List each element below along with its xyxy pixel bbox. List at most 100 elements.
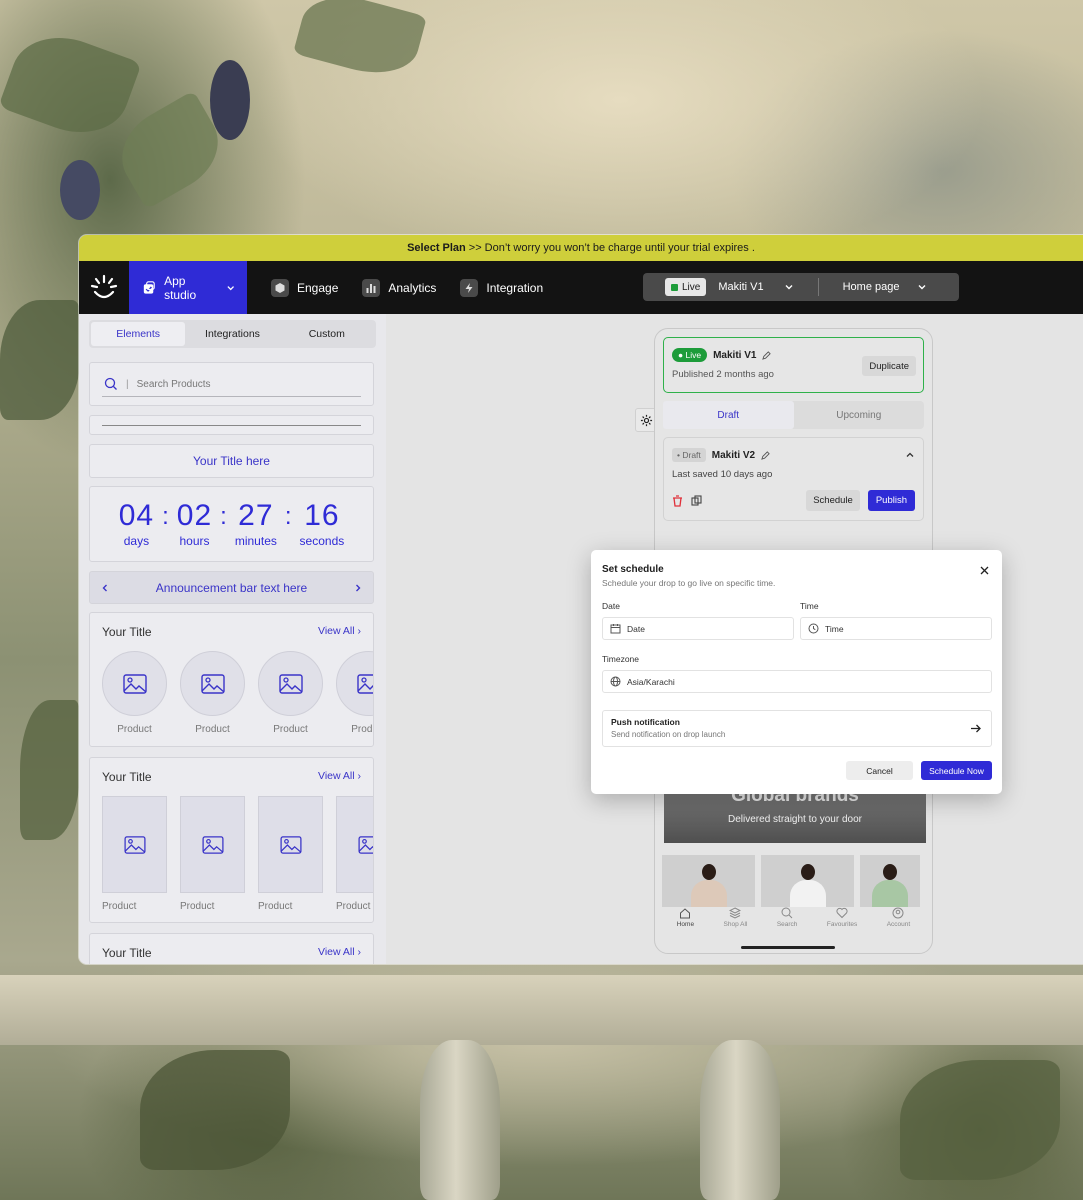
date-placeholder: Date bbox=[627, 623, 645, 634]
product-image[interactable] bbox=[761, 855, 854, 907]
trash-icon[interactable] bbox=[672, 494, 683, 507]
push-notification-option[interactable]: Push notification Send notification on d… bbox=[602, 710, 992, 747]
hero-subtitle: Delivered straight to your door bbox=[728, 814, 862, 825]
timer-hours-label: hours bbox=[179, 534, 210, 548]
product-image[interactable] bbox=[662, 855, 755, 907]
product-item[interactable]: Product bbox=[258, 796, 323, 912]
tab-home[interactable]: Home bbox=[677, 907, 694, 928]
rect-products-section[interactable]: Your Title View All › Product Product Pr… bbox=[89, 757, 374, 923]
announcement-bar-block[interactable]: Announcement bar text here bbox=[89, 571, 374, 604]
product-item[interactable]: Product bbox=[180, 796, 245, 912]
chevron-up-icon[interactable] bbox=[905, 450, 915, 460]
push-subtitle: Send notification on drop launch bbox=[611, 730, 726, 739]
app-studio-label: App studio bbox=[164, 273, 197, 302]
set-schedule-modal: Set schedule Schedule your drop to go li… bbox=[591, 550, 1002, 794]
product-label: Product bbox=[336, 901, 371, 912]
tab-search[interactable]: Search bbox=[777, 907, 797, 928]
home-icon bbox=[680, 908, 691, 919]
section-title: Your Title bbox=[102, 770, 152, 784]
product-item[interactable]: Product bbox=[102, 651, 167, 735]
version-tabs: Draft Upcoming bbox=[663, 401, 924, 429]
chevron-down-icon[interactable] bbox=[784, 282, 794, 292]
product-item[interactable]: Product bbox=[336, 651, 373, 735]
tab-integrations[interactable]: Integrations bbox=[185, 322, 279, 346]
draft-badge: • Draft bbox=[672, 448, 706, 462]
product-item[interactable]: Product bbox=[180, 651, 245, 735]
view-all-link[interactable]: View All › bbox=[318, 770, 361, 784]
tab-favourites[interactable]: Favourites bbox=[827, 907, 857, 928]
tab-account[interactable]: Account bbox=[887, 907, 910, 928]
product-image[interactable] bbox=[860, 855, 920, 907]
duplicate-button[interactable]: Duplicate bbox=[862, 356, 916, 376]
timezone-label: Timezone bbox=[602, 654, 640, 664]
chevron-down-icon bbox=[226, 285, 234, 290]
draft-version-sub: Last saved 10 days ago bbox=[672, 469, 773, 480]
circle-products-section[interactable]: Your Title View All › Product Product Pr… bbox=[89, 612, 374, 747]
live-badge: Live bbox=[665, 278, 707, 296]
brand-logo-icon[interactable] bbox=[79, 261, 129, 314]
cube-icon bbox=[271, 278, 289, 297]
tab-elements[interactable]: Elements bbox=[91, 322, 186, 346]
select-plan-link[interactable]: Select Plan bbox=[407, 242, 466, 254]
search-input[interactable]: | Search Products bbox=[89, 362, 374, 406]
image-placeholder-icon bbox=[357, 835, 373, 854]
nav-integration[interactable]: Integration bbox=[460, 278, 543, 297]
cancel-button[interactable]: Cancel bbox=[846, 761, 913, 780]
nav-analytics[interactable]: Analytics bbox=[362, 278, 437, 297]
time-field[interactable]: Time bbox=[800, 617, 992, 640]
trial-banner-text: >> Don’t worry you won’t be charge until… bbox=[468, 242, 755, 254]
layers-icon bbox=[729, 907, 742, 919]
hero-banner[interactable]: Global brands Delivered straight to your… bbox=[664, 789, 926, 843]
trial-banner[interactable]: Select Plan >> Don’t worry you won’t be … bbox=[79, 235, 1083, 261]
chevron-right-icon[interactable] bbox=[353, 583, 363, 593]
copy-icon[interactable] bbox=[691, 495, 702, 506]
pencil-icon[interactable] bbox=[762, 350, 772, 360]
timer-seconds: 16 bbox=[304, 499, 340, 532]
tab-upcoming[interactable]: Upcoming bbox=[794, 401, 925, 429]
push-title: Push notification bbox=[611, 717, 680, 727]
search-icon bbox=[104, 377, 117, 390]
pencil-icon[interactable] bbox=[761, 450, 770, 460]
timezone-select[interactable]: Asia/Karachi bbox=[602, 670, 992, 693]
page-select[interactable]: Home page bbox=[843, 281, 900, 293]
tab-draft[interactable]: Draft bbox=[663, 401, 794, 429]
date-field[interactable]: Date bbox=[602, 617, 794, 640]
panel-tabs: Elements Integrations Custom bbox=[89, 320, 376, 348]
section-title: Your Title bbox=[102, 946, 152, 960]
product-item[interactable]: Product bbox=[258, 651, 323, 735]
schedule-now-button[interactable]: Schedule Now bbox=[921, 761, 992, 780]
tab-custom[interactable]: Custom bbox=[280, 322, 374, 346]
tab-shop-all[interactable]: Shop All bbox=[724, 907, 747, 928]
close-icon[interactable] bbox=[978, 564, 990, 576]
draft-version-card[interactable]: • Draft Makiti V2 Last saved 10 days ago… bbox=[663, 437, 924, 521]
timer-hours: 02 bbox=[176, 499, 213, 532]
modal-title: Set schedule bbox=[602, 564, 664, 575]
chevron-left-icon[interactable] bbox=[100, 583, 110, 593]
heart-icon bbox=[836, 907, 848, 919]
view-all-link[interactable]: View All › bbox=[318, 946, 361, 960]
announcement-text: Announcement bar text here bbox=[155, 580, 308, 595]
top-nav: App studio Engage Analytics Integration … bbox=[79, 261, 1083, 314]
nav-engage-label: Engage bbox=[297, 280, 339, 295]
version-select[interactable]: Makiti V1 bbox=[718, 281, 763, 293]
image-placeholder-icon bbox=[122, 673, 147, 694]
publish-button[interactable]: Publish bbox=[867, 490, 915, 511]
chevron-down-icon[interactable] bbox=[917, 282, 927, 292]
product-item[interactable]: Product bbox=[102, 796, 167, 912]
view-all-link[interactable]: View All › bbox=[318, 625, 361, 639]
divider-block[interactable] bbox=[89, 415, 374, 435]
environment-selector: Live Makiti V1 Home page bbox=[643, 273, 959, 301]
product-item[interactable]: Product bbox=[336, 796, 373, 912]
countdown-timer-block[interactable]: 04 days : 02 hours : 27 minutes : 16 seconds bbox=[89, 486, 374, 562]
schedule-button[interactable]: Schedule bbox=[806, 490, 860, 511]
title-block[interactable]: Your Title here bbox=[89, 444, 374, 478]
nav-analytics-label: Analytics bbox=[388, 280, 437, 295]
app-studio-menu[interactable]: App studio bbox=[129, 261, 247, 314]
search-icon bbox=[781, 907, 793, 919]
product-label: Product bbox=[273, 724, 308, 735]
product-label: Product bbox=[258, 901, 293, 912]
bolt-icon bbox=[460, 278, 479, 297]
nav-engage[interactable]: Engage bbox=[271, 278, 339, 297]
products-section[interactable]: Your Title View All › bbox=[89, 933, 374, 964]
live-version-card[interactable]: ● Live Makiti V1 Published 2 months ago … bbox=[663, 337, 924, 393]
